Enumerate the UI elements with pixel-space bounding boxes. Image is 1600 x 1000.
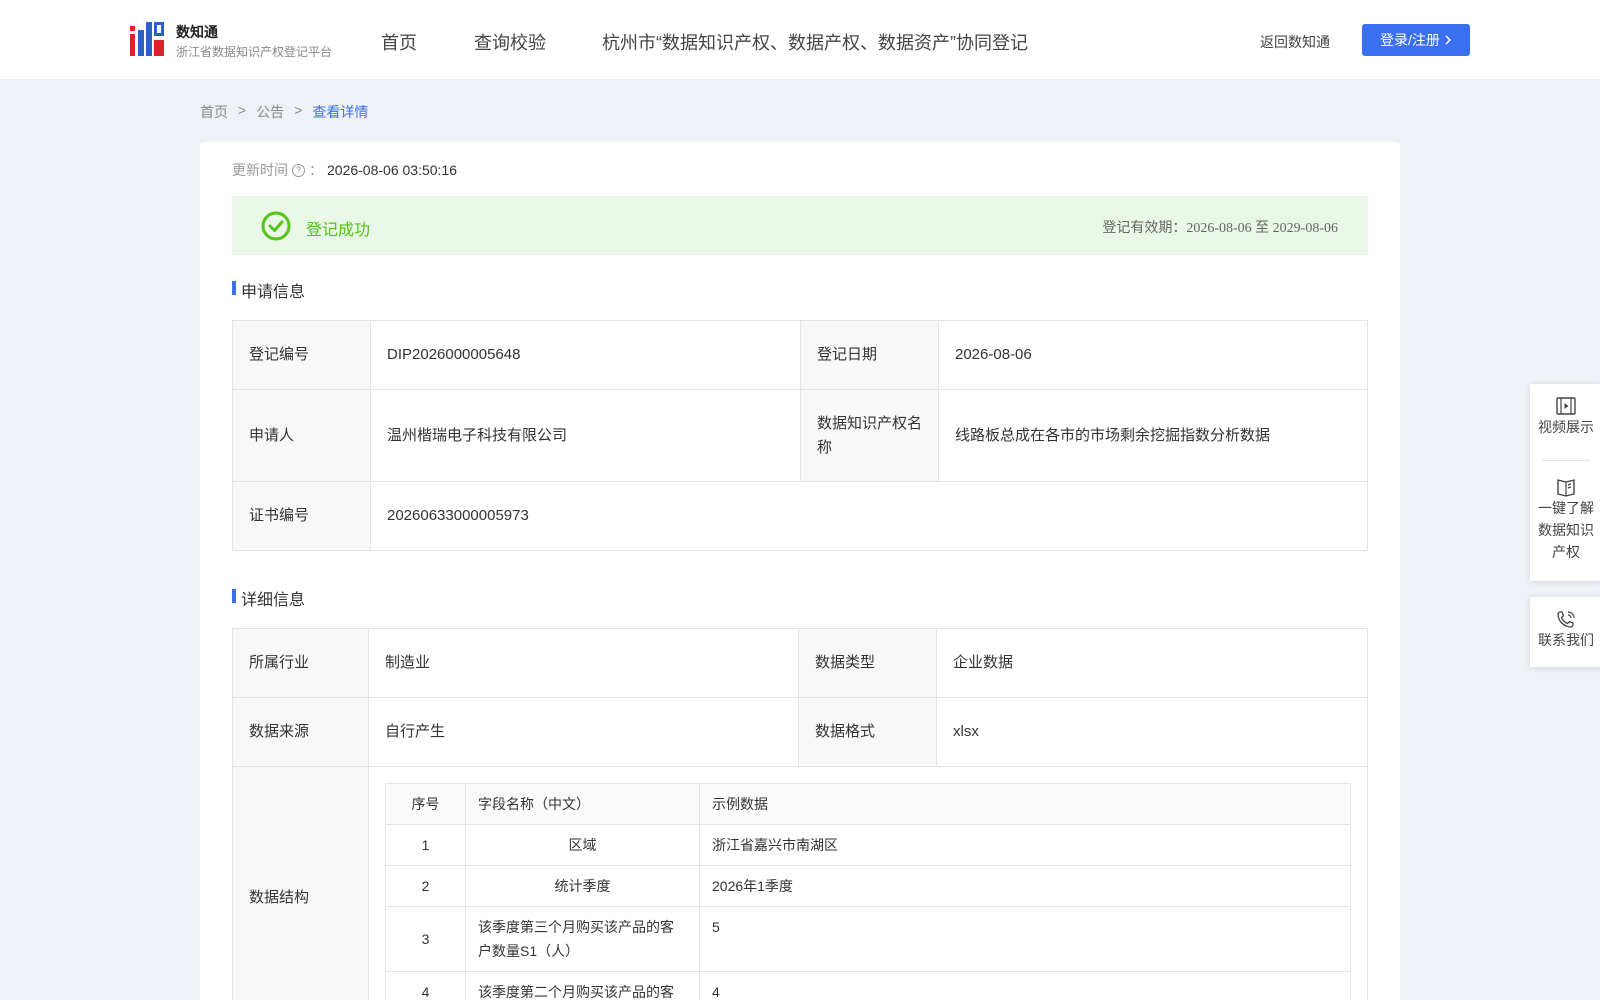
login-register-button[interactable]: 登录/注册 — [1362, 24, 1470, 56]
validity-period: 登记有效期：2026-08-06 至 2029-08-06 — [1102, 217, 1338, 237]
detail-section-title: 详细信息 — [232, 586, 305, 610]
structure-header-row: 序号 字段名称（中文） 示例数据 — [385, 783, 1351, 825]
status-banner: 登记成功 登记有效期：2026-08-06 至 2029-08-06 — [232, 196, 1368, 255]
reg-no-label: 登记编号 — [232, 320, 371, 390]
table-row: 4 该季度第二个月购买该产品的客 4 — [385, 971, 1351, 1000]
table-row: 所属行业 制造业 数据类型 企业数据 — [232, 628, 1368, 698]
validity-value: 2026-08-06 至 2029-08-06 — [1186, 221, 1338, 236]
cert-no-label: 证书编号 — [232, 481, 371, 551]
applicant-label: 申请人 — [232, 389, 371, 482]
row-sample: 2026年1季度 — [699, 865, 1351, 907]
row-field-name: 统计季度 — [465, 865, 700, 907]
reg-date-label: 登记日期 — [800, 320, 939, 390]
brand-name: 数知通 — [176, 24, 218, 40]
row-sample: 4 — [699, 971, 1351, 1000]
contact-us-label: 联系我们 — [1538, 632, 1594, 648]
table-row: 申请人 温州楷瑞电子科技有限公司 数据知识产权名称 线路板总成在各市的市场剩余挖… — [232, 389, 1368, 482]
row-index: 3 — [385, 906, 466, 972]
side-panel-bottom: 联系我们 — [1530, 597, 1600, 667]
brand-logo[interactable] — [130, 20, 166, 58]
login-register-label: 登录/注册 — [1380, 32, 1440, 48]
learn-line-3: 产权 — [1552, 544, 1580, 560]
industry-value: 制造业 — [368, 628, 799, 698]
contact-us-button[interactable]: 联系我们 — [1530, 597, 1600, 651]
phone-icon — [1557, 611, 1575, 628]
breadcrumb-notice[interactable]: 公告 — [256, 102, 284, 122]
col-header-sample: 示例数据 — [699, 783, 1351, 825]
format-value: xlsx — [936, 697, 1368, 767]
row-sample: 5 — [699, 906, 1351, 972]
row-field-name: 区域 — [465, 824, 700, 866]
top-header: 数知通 浙江省数据知识产权登记平台 首页 查询校验 杭州市“数据知识产权、数据产… — [0, 0, 1600, 79]
row-index: 4 — [385, 971, 466, 1000]
nav-query-verify[interactable]: 查询校验 — [474, 29, 546, 55]
row-index: 2 — [385, 865, 466, 907]
learn-data-ip-button[interactable]: 一键了解 数据知识 产权 — [1530, 461, 1600, 563]
update-time: 更新时间 ? ： 2026-08-06 03:50:16 — [232, 160, 457, 180]
row-index: 1 — [385, 824, 466, 866]
chevron-right-icon — [1445, 35, 1451, 45]
industry-label: 所属行业 — [232, 628, 369, 698]
row-field-name: 该季度第二个月购买该产品的客 — [465, 971, 700, 1000]
detail-info-table: 所属行业 制造业 数据类型 企业数据 数据来源 自行产生 数据格式 xlsx 数… — [232, 628, 1368, 1000]
breadcrumb-home[interactable]: 首页 — [200, 102, 228, 122]
table-row: 3 该季度第三个月购买该产品的客户数量S1（人） 5 — [385, 906, 1351, 972]
learn-line-2: 数据知识 — [1538, 522, 1594, 538]
row-sample: 浙江省嘉兴市南湖区 — [699, 824, 1351, 866]
apply-section-title: 申请信息 — [232, 278, 305, 302]
structure-label: 数据结构 — [232, 766, 369, 1000]
row-field-name: 该季度第三个月购买该产品的客户数量S1（人） — [465, 906, 700, 972]
table-row: 数据来源 自行产生 数据格式 xlsx — [232, 697, 1368, 767]
update-time-value: 2026-08-06 03:50:16 — [327, 162, 457, 178]
back-to-shuzhitong-link[interactable]: 返回数知通 — [1260, 32, 1330, 52]
video-showcase-button[interactable]: 视频展示 — [1530, 384, 1600, 460]
cert-no-value: 20260633000005973 — [370, 481, 1368, 551]
side-panel-top: 视频展示 一键了解 数据知识 产权 — [1530, 384, 1600, 581]
structure-table: 序号 字段名称（中文） 示例数据 1 区域 浙江省嘉兴市南湖区 2 统计季度 2… — [385, 783, 1351, 1000]
brand-subtitle: 浙江省数据知识产权登记平台 — [176, 45, 333, 59]
source-label: 数据来源 — [232, 697, 369, 767]
reg-no-value: DIP2026000005648 — [370, 320, 801, 390]
ip-name-label: 数据知识产权名称 — [800, 389, 939, 482]
data-type-label: 数据类型 — [798, 628, 937, 698]
update-time-label: 更新时间 — [232, 162, 288, 178]
table-row: 数据结构 序号 字段名称（中文） 示例数据 1 区域 浙江省嘉兴市南湖区 2 统… — [232, 766, 1368, 1000]
book-icon — [1557, 479, 1575, 497]
table-row: 1 区域 浙江省嘉兴市南湖区 — [385, 824, 1351, 866]
validity-label: 登记有效期： — [1102, 221, 1187, 236]
source-value: 自行产生 — [368, 697, 799, 767]
col-header-field-name: 字段名称（中文） — [465, 783, 700, 825]
video-icon — [1556, 397, 1576, 415]
data-type-value: 企业数据 — [936, 628, 1368, 698]
col-header-index: 序号 — [385, 783, 466, 825]
reg-date-value: 2026-08-06 — [938, 320, 1368, 390]
ip-name-value: 线路板总成在各市的市场剩余挖掘指数分析数据 — [938, 389, 1368, 482]
update-time-colon: ： — [309, 162, 323, 178]
structure-cell: 序号 字段名称（中文） 示例数据 1 区域 浙江省嘉兴市南湖区 2 统计季度 2… — [368, 766, 1368, 1000]
breadcrumb-separator: > — [294, 102, 303, 118]
question-icon[interactable]: ? — [292, 163, 305, 177]
table-row: 2 统计季度 2026年1季度 — [385, 865, 1351, 907]
nav-hangzhou-registration[interactable]: 杭州市“数据知识产权、数据产权、数据资产”协同登记 — [602, 29, 1028, 55]
detail-card: 更新时间 ? ： 2026-08-06 03:50:16 登记成功 登记有效期：… — [200, 142, 1400, 1000]
table-row: 登记编号 DIP2026000005648 登记日期 2026-08-06 — [232, 320, 1368, 390]
nav-home[interactable]: 首页 — [381, 29, 417, 55]
apply-info-table: 登记编号 DIP2026000005648 登记日期 2026-08-06 申请… — [232, 320, 1368, 551]
breadcrumb-separator: > — [238, 102, 247, 118]
check-circle-icon — [261, 211, 291, 241]
video-showcase-label: 视频展示 — [1538, 419, 1594, 435]
breadcrumb: 首页 > 公告 > 查看详情 — [200, 102, 368, 122]
table-row: 证书编号 20260633000005973 — [232, 481, 1368, 551]
applicant-value: 温州楷瑞电子科技有限公司 — [370, 389, 801, 482]
learn-line-1: 一键了解 — [1538, 500, 1594, 516]
breadcrumb-current: 查看详情 — [312, 104, 369, 120]
status-text: 登记成功 — [306, 222, 371, 239]
format-label: 数据格式 — [798, 697, 937, 767]
